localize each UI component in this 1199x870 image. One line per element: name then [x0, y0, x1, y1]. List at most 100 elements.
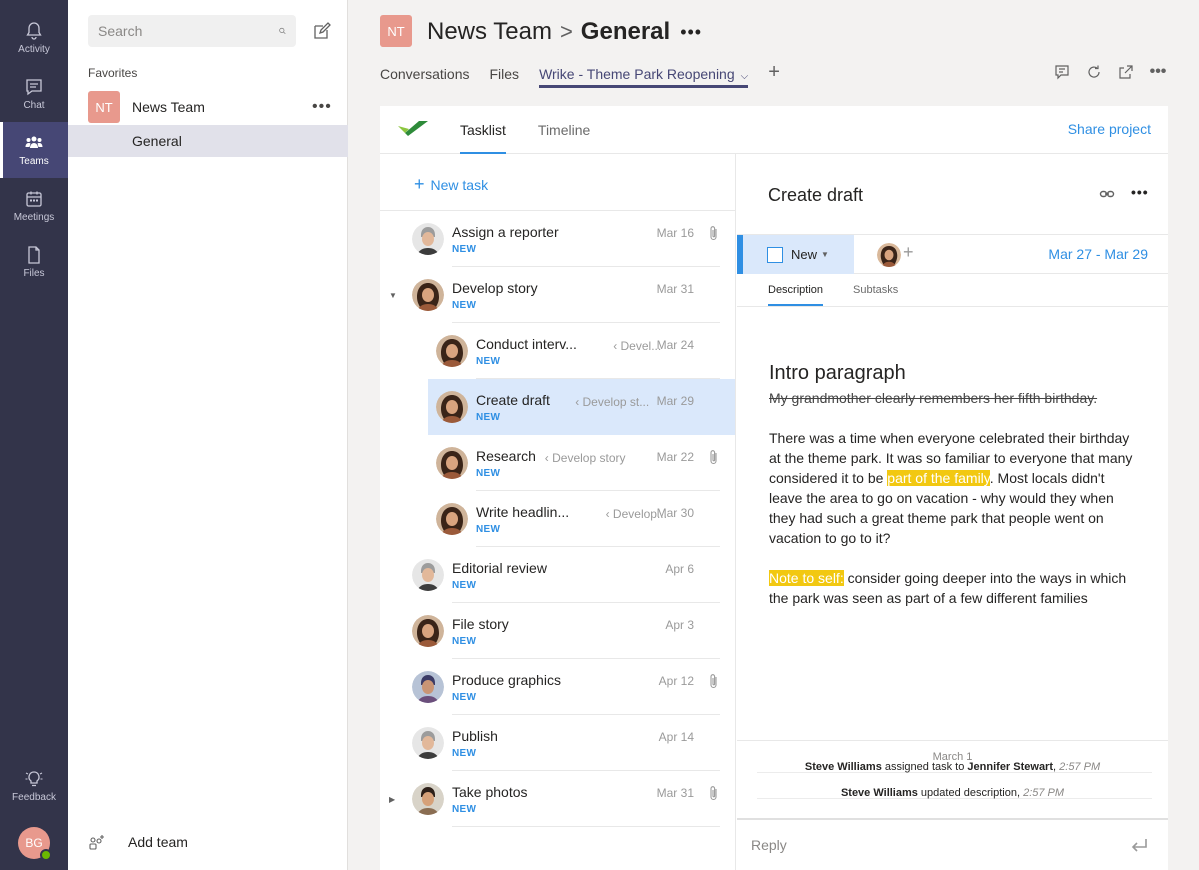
task-status-bar: New ▼ + Mar 27 - Mar 29 [737, 234, 1168, 274]
team-item-news-team[interactable]: NT News Team ••• [68, 90, 348, 124]
header-actions: ••• [1053, 63, 1167, 81]
task-title: Take photos [452, 784, 528, 800]
task-assignee-avatar [412, 279, 444, 311]
rail-files[interactable]: Files [0, 234, 68, 290]
task-assignee-avatar [412, 783, 444, 815]
tab-timeline[interactable]: Timeline [538, 106, 590, 154]
rail-feedback[interactable]: Feedback [0, 758, 68, 814]
user-avatar[interactable]: BG [18, 827, 52, 861]
conversation-icon[interactable] [1053, 63, 1071, 81]
add-team-button[interactable]: Add team [88, 830, 188, 854]
task-due-date: Mar 22 [656, 450, 694, 464]
task-row-content: Take photos NEW Mar 31 [412, 771, 720, 827]
task-date-range[interactable]: Mar 27 - Mar 29 [1048, 246, 1148, 262]
task-due-date: Apr 3 [665, 618, 694, 632]
task-row[interactable]: Assign a reporter NEW Mar 16 [412, 211, 720, 267]
rail-activity[interactable]: Activity [0, 10, 68, 66]
divider [737, 306, 1168, 307]
activity-actor[interactable]: Steve Williams [841, 787, 918, 799]
tab-description[interactable]: Description [768, 284, 824, 306]
lightbulb-icon [25, 771, 43, 787]
rail-meetings-label: Meetings [13, 212, 55, 223]
rail-activity-label: Activity [18, 44, 50, 55]
expand-caret-icon[interactable]: ▼ [389, 291, 397, 300]
tab-wrike-label: Wrike - Theme Park Reopening [539, 66, 735, 82]
wrike-view-tabs: Tasklist Timeline [460, 106, 622, 154]
search-icon[interactable] [279, 23, 286, 39]
task-row[interactable]: Take photos NEW Mar 31 [412, 771, 720, 827]
highlight-note-to-self: Note to self: [769, 570, 844, 586]
channel-more-icon[interactable]: ••• [680, 22, 702, 43]
chevron-down-icon[interactable]: ⌵ [741, 71, 749, 82]
breadcrumb-separator: > [559, 19, 573, 44]
search-box[interactable] [88, 15, 296, 47]
task-row[interactable]: Conduct interv... NEW ‹ Devel... Mar 24 [436, 323, 720, 379]
wrike-logo-icon [398, 121, 428, 136]
activity-time: 2:57 PM [1059, 761, 1101, 773]
task-more-icon[interactable]: ••• [1131, 184, 1149, 200]
task-row[interactable]: Create draft NEW ‹ Develop st... Mar 29 [428, 379, 735, 435]
channel-item-general[interactable]: General [68, 125, 348, 157]
bell-icon [26, 22, 42, 40]
tab-wrike[interactable]: Wrike - Theme Park Reopening ⌵ [539, 60, 749, 88]
highlight-part-of-family: part of the family [887, 470, 990, 486]
search-input[interactable] [98, 23, 279, 39]
rail-teams[interactable]: Teams [0, 122, 68, 178]
team-more-options-icon[interactable]: ••• [312, 98, 332, 116]
compose-icon[interactable] [312, 21, 332, 41]
enter-icon[interactable] [1130, 838, 1148, 854]
activity-target[interactable]: Jennifer Stewart [967, 761, 1053, 773]
breadcrumb-channel[interactable]: General [581, 18, 670, 46]
rail-meetings[interactable]: Meetings [0, 178, 68, 234]
task-assignee-avatar [436, 503, 468, 535]
share-project-button[interactable]: Share project [1068, 121, 1151, 137]
breadcrumb-team[interactable]: News Team [427, 18, 552, 46]
task-row-content: File story NEW Apr 3 [412, 603, 720, 659]
task-row[interactable]: Write headlin... NEW ‹ Develop... Mar 30 [436, 491, 720, 547]
tab-subtasks[interactable]: Subtasks [853, 284, 898, 306]
favorites-label: Favorites [88, 66, 138, 80]
more-options-icon[interactable]: ••• [1149, 63, 1167, 81]
popout-icon[interactable] [1117, 63, 1135, 81]
reply-box[interactable] [737, 818, 1168, 870]
link-icon[interactable] [1099, 186, 1115, 202]
paperclip-icon [708, 785, 720, 801]
teams-icon [25, 136, 43, 148]
wrike-toolbar: Tasklist Timeline Share project [380, 106, 1168, 154]
tab-tasklist[interactable]: Tasklist [460, 106, 506, 154]
task-detail-title[interactable]: Create draft [768, 185, 863, 206]
refresh-icon[interactable] [1085, 63, 1103, 81]
tab-conversations[interactable]: Conversations [380, 60, 470, 88]
status-label: New [791, 247, 818, 262]
tab-files[interactable]: Files [490, 60, 520, 88]
new-task-button[interactable]: + New task [414, 174, 488, 195]
rail-chat[interactable]: Chat [0, 66, 68, 122]
task-title: Create draft [476, 392, 550, 408]
task-row[interactable]: File story NEW Apr 3 [412, 603, 720, 659]
task-row-content: Research NEW ‹ Develop story Mar 22 [436, 435, 720, 491]
task-row[interactable]: Research NEW ‹ Develop story Mar 22 [436, 435, 720, 491]
task-status: NEW [452, 636, 477, 647]
paperclip-icon [708, 673, 720, 689]
task-title: Assign a reporter [452, 224, 559, 240]
task-assignee-avatar [436, 447, 468, 479]
assignee-avatar[interactable] [877, 243, 901, 267]
reply-input[interactable] [751, 837, 1091, 853]
task-row[interactable]: Produce graphics NEW Apr 12 [412, 659, 720, 715]
task-due-date: Mar 24 [656, 338, 694, 352]
detail-tabs: Description Subtasks [768, 284, 928, 306]
task-description[interactable]: Intro paragraph My grandmother clearly r… [769, 358, 1139, 608]
collapse-caret-icon[interactable]: ▶ [389, 795, 395, 804]
task-row[interactable]: Publish NEW Apr 14 [412, 715, 720, 771]
wrike-app-frame: Tasklist Timeline Share project + New tas… [380, 106, 1168, 870]
task-row[interactable]: Editorial review NEW Apr 6 [412, 547, 720, 603]
status-checkbox[interactable] [767, 246, 783, 263]
add-assignee-icon[interactable]: + [903, 242, 914, 263]
task-due-date: Apr 6 [665, 562, 694, 576]
activity-stream: March 1 Steve Williams assigned task to … [737, 740, 1168, 818]
activity-actor[interactable]: Steve Williams [805, 761, 882, 773]
task-status: NEW [452, 300, 477, 311]
add-tab-button[interactable]: + [768, 60, 780, 88]
task-row[interactable]: Develop story NEW Mar 31 [412, 267, 720, 323]
status-dropdown[interactable]: New ▼ [737, 235, 854, 274]
